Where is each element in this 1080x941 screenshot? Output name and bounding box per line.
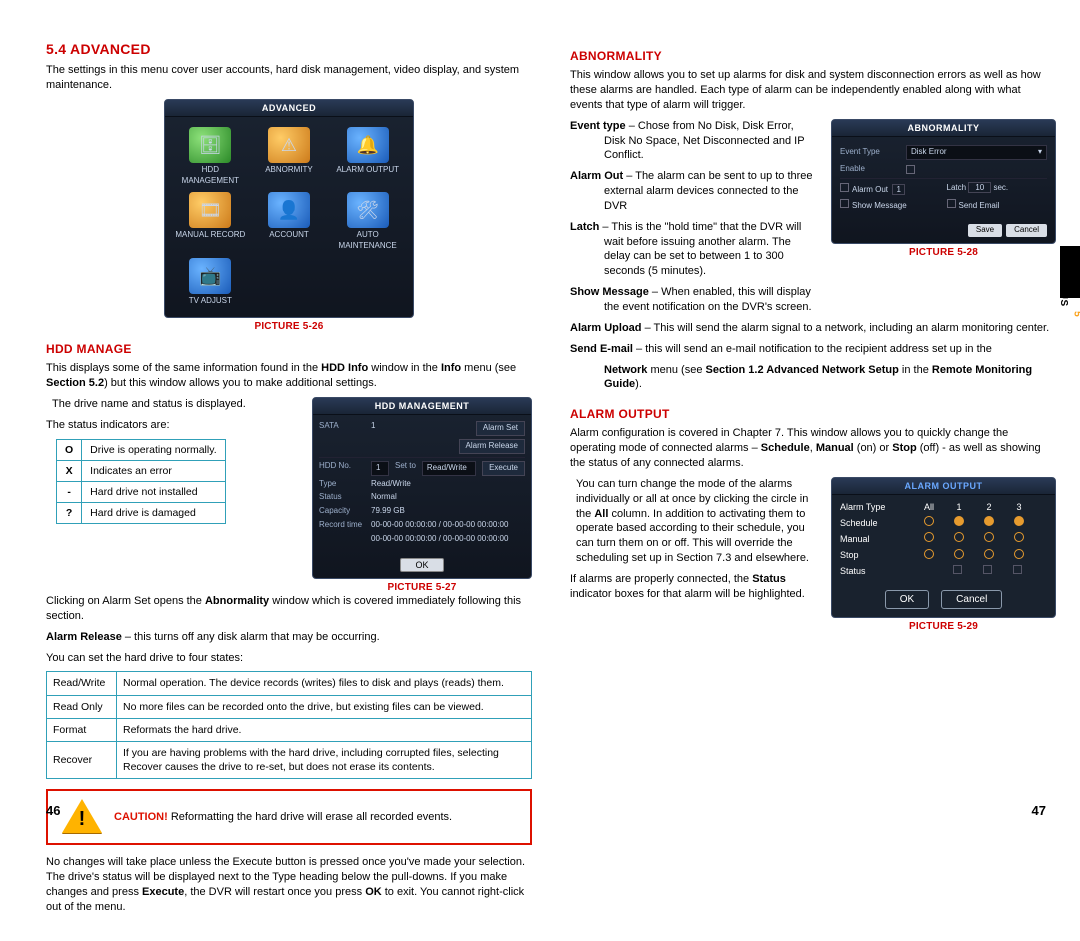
warning-icon: ! [62, 799, 102, 835]
send-email-def: Send E-mail – this will send an e-mail n… [570, 342, 1056, 357]
manual-record-icon: 🎞 [189, 192, 231, 228]
picture-caption: PICTURE 5-26 [164, 320, 414, 334]
abnormality-screenshot: ABNORMALITY Event TypeDisk Error▾ Enable… [831, 119, 1056, 244]
advanced-menu-screenshot: ADVANCED 🗄HDD MANAGEMENT ⚠ABNORMITY 🔔ALA… [164, 99, 414, 318]
caution-box: ! CAUTION! Reformatting the hard drive w… [46, 789, 532, 845]
alarm-output-icon: 🔔 [347, 127, 389, 163]
hdd-intro: This displays some of the same informati… [46, 361, 532, 391]
page-number-right: 47 [1032, 802, 1046, 820]
alarm-release-text: Alarm Release – this turns off any disk … [46, 630, 532, 645]
footer-note: No changes will take place unless the Ex… [46, 855, 532, 914]
ok-button[interactable]: OK [885, 590, 929, 610]
chapter-tab: CHAPTER 5 MENUS [1060, 246, 1080, 328]
abnormity-icon: ⚠ [268, 127, 310, 163]
cancel-button[interactable]: Cancel [941, 590, 1002, 610]
hdd-manage-heading: HDD MANAGE [46, 341, 532, 357]
drive-states-table: Read/WriteNormal operation. The device r… [46, 671, 532, 779]
alarm-output-screenshot: ALARM OUTPUT Alarm TypeAll123 Schedule M… [831, 477, 1056, 618]
alarm-output-intro: Alarm configuration is covered in Chapte… [570, 426, 1056, 471]
save-button[interactable]: Save [968, 224, 1002, 237]
ok-button[interactable]: OK [400, 558, 443, 572]
status-indicator-table: ODrive is operating normally. XIndicates… [56, 439, 226, 525]
picture-caption: PICTURE 5-27 [312, 581, 532, 595]
picture-caption: PICTURE 5-29 [831, 620, 1056, 634]
alarm-set-text: Clicking on Alarm Set opens the Abnormal… [46, 594, 532, 624]
picture-caption: PICTURE 5-28 [831, 246, 1056, 260]
account-icon: 👤 [268, 192, 310, 228]
four-states-text: You can set the hard drive to four state… [46, 651, 532, 666]
hdd-management-screenshot: HDD MANAGEMENT SATA1Alarm Set Alarm Rele… [312, 397, 532, 579]
left-page: 5.4 ADVANCED The settings in this menu c… [46, 40, 532, 921]
tv-adjust-icon: 📺 [189, 258, 231, 294]
section-heading: 5.4 ADVANCED [46, 40, 532, 59]
alarm-upload-def: Alarm Upload – This will send the alarm … [570, 321, 1056, 336]
cancel-button[interactable]: Cancel [1006, 224, 1047, 237]
right-page: ABNORMALITY This window allows you to se… [570, 40, 1056, 921]
abnormality-intro: This window allows you to set up alarms … [570, 68, 1056, 113]
alarm-output-heading: ALARM OUTPUT [570, 406, 1056, 422]
drive-name-line: The drive name and status is displayed. [52, 397, 298, 412]
hdd-management-icon: 🗄 [189, 127, 231, 163]
intro-text: The settings in this menu cover user acc… [46, 63, 532, 93]
page-number-left: 46 [46, 802, 60, 820]
auto-maintenance-icon: 🛠 [347, 192, 389, 228]
shot-title: ADVANCED [165, 100, 413, 117]
abnormality-heading: ABNORMALITY [570, 48, 1056, 64]
status-indicators-line: The status indicators are: [46, 418, 298, 433]
